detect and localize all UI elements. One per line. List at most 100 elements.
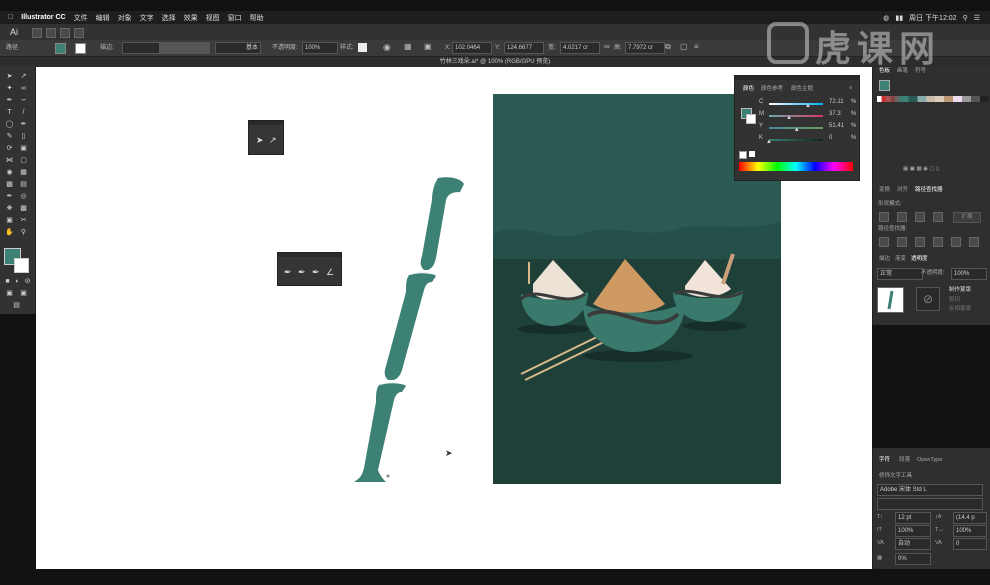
expand-button[interactable]: 扩展 — [953, 212, 981, 223]
none-mode-icon[interactable]: ⊘ — [23, 278, 32, 286]
type-tool-icon[interactable]: T — [5, 109, 14, 117]
x-field[interactable]: 102.0464 — [452, 42, 492, 54]
curvature-tool-icon[interactable]: ∽ — [19, 97, 28, 105]
slice-tool-icon[interactable]: ✂ — [19, 217, 28, 225]
blend-tool-icon[interactable]: ◎ — [19, 193, 28, 201]
mask-thumbnail[interactable]: ⊘ — [916, 287, 940, 311]
merge-button[interactable] — [915, 237, 925, 247]
menu-window[interactable]: 窗口 — [228, 13, 242, 23]
reference-point-icon[interactable]: ▣ — [424, 42, 432, 52]
zoom-tool-icon[interactable]: ⚲ — [19, 229, 28, 237]
stroke-weight-field[interactable] — [122, 42, 160, 54]
apple-icon[interactable]:  — [8, 14, 13, 21]
lasso-tool-icon[interactable]: ∞ — [19, 85, 28, 93]
vertical-scale-field[interactable]: 100% — [895, 525, 931, 537]
y-slider-thumb[interactable]: ▲ — [794, 127, 800, 133]
divide-button[interactable] — [879, 237, 889, 247]
font-size-field[interactable]: 12 pt — [895, 512, 931, 524]
touch-type-tool[interactable]: 修饰文字工具 — [879, 472, 912, 480]
rotate-tool-icon[interactable]: ⟳ — [5, 145, 14, 153]
menu-effect[interactable]: 效果 — [184, 13, 198, 23]
transform-icon[interactable]: ⧉ — [665, 42, 671, 52]
tab-color-themes[interactable]: 颜色主题 — [791, 85, 813, 93]
minus-front-button[interactable] — [897, 212, 907, 222]
exclude-button[interactable] — [933, 212, 943, 222]
draw-mode-icon[interactable]: ▣ — [5, 290, 14, 298]
menu-help[interactable]: 帮助 — [250, 13, 264, 23]
tab-transform[interactable]: 变换 — [879, 186, 890, 194]
c-slider-thumb[interactable]: ▲ — [805, 103, 811, 109]
paintbrush-tool-icon[interactable]: ✒ — [19, 121, 28, 129]
shape-builder-tool-icon[interactable]: ◉ — [5, 169, 14, 177]
invert-mask-checkbox[interactable]: 反相蒙版 — [949, 305, 971, 313]
tab-color[interactable]: 颜色 — [743, 85, 754, 93]
width-field[interactable]: 4.0217 cr — [560, 42, 600, 54]
graphic-style-swatch[interactable] — [358, 43, 367, 52]
font-family-field[interactable]: Adobe 宋体 Std L — [877, 484, 983, 496]
opacity-field[interactable]: 100% — [951, 268, 987, 280]
recolor-icon[interactable]: ◉ — [383, 42, 391, 52]
arrange-button[interactable] — [32, 28, 42, 38]
direct-selection-tool-icon[interactable]: ↗ — [19, 73, 28, 81]
minus-back-button[interactable] — [969, 237, 979, 247]
perspective-grid-tool-icon[interactable]: ▦ — [19, 169, 28, 177]
graph-tool-icon[interactable]: ▩ — [19, 205, 28, 213]
magic-wand-tool-icon[interactable]: ✦ — [5, 85, 14, 93]
tsume-field[interactable]: 0% — [895, 553, 931, 565]
trim-button[interactable] — [897, 237, 907, 247]
brush-style-field[interactable]: 基本 — [215, 42, 261, 54]
make-mask-button[interactable]: 制作蒙版 — [949, 286, 971, 294]
fill-swatch[interactable] — [55, 43, 66, 54]
gradient-mode-icon[interactable]: ◐ — [13, 278, 22, 286]
panel-menu-icon[interactable]: ≡ — [694, 42, 699, 52]
color-mode-icon[interactable]: ■ — [3, 278, 12, 286]
color-spectrum[interactable] — [739, 162, 853, 171]
height-field[interactable]: 7.7972 cr — [625, 42, 665, 54]
object-thumbnail[interactable] — [877, 287, 904, 313]
eyedropper-tool-icon[interactable]: ✒ — [5, 193, 14, 201]
c-value[interactable]: 72.11 — [829, 99, 844, 105]
tab-color-guide[interactable]: 颜色参考 — [761, 85, 783, 93]
eraser-tool-icon[interactable]: ▯ — [19, 133, 28, 141]
symbol-sprayer-tool-icon[interactable]: ❋ — [5, 205, 14, 213]
isolate-icon[interactable]: ▢ — [680, 42, 688, 52]
selection-tool-icon[interactable]: ➤ — [256, 135, 264, 146]
variable-width-field[interactable] — [160, 42, 210, 54]
m-slider-thumb[interactable]: ▲ — [786, 115, 792, 121]
pencil-tool-icon[interactable]: ✎ — [5, 133, 14, 141]
fill-swatch[interactable] — [879, 80, 890, 91]
m-value[interactable]: 37.3 — [829, 111, 841, 117]
mesh-tool-icon[interactable]: ▩ — [5, 181, 14, 189]
draw-inside-icon[interactable]: ▣ — [19, 290, 28, 298]
tab-stroke[interactable]: 描边 — [879, 255, 890, 263]
stroke-swatch[interactable] — [746, 114, 756, 124]
tab-paragraph[interactable]: 段落 — [899, 456, 910, 464]
panel-grip[interactable] — [249, 121, 283, 125]
leading-field[interactable]: (14.4 p — [953, 512, 987, 524]
stroke-swatch[interactable] — [75, 43, 86, 54]
panel-grip[interactable] — [278, 253, 341, 257]
line-tool-icon[interactable]: / — [19, 109, 28, 117]
k-slider-thumb[interactable]: ▲ — [766, 139, 772, 145]
scale-tool-icon[interactable]: ▣ — [19, 145, 28, 153]
tab-character[interactable]: 字符 — [879, 456, 890, 464]
menu-view[interactable]: 视图 — [206, 13, 220, 23]
workspace-button[interactable] — [46, 28, 56, 38]
opacity-field[interactable]: 100% — [302, 42, 338, 54]
intersect-button[interactable] — [915, 212, 925, 222]
gpu-button[interactable] — [74, 28, 84, 38]
swatch-library-icon[interactable]: ▦ ▣ ▩ ◉ ▢ ▯ — [903, 165, 939, 173]
tab-gradient[interactable]: 渐变 — [895, 255, 906, 263]
unite-button[interactable] — [879, 212, 889, 222]
swatch-row[interactable] — [877, 96, 989, 102]
gradient-tool-icon[interactable]: ▤ — [19, 181, 28, 189]
delete-anchor-tool-icon[interactable]: ✒ — [312, 267, 320, 278]
blend-mode-select[interactable]: 正常 — [877, 268, 923, 280]
m-slider[interactable] — [769, 115, 823, 117]
menu-object[interactable]: 对象 — [118, 13, 132, 23]
selection-tool-icon[interactable]: ➤ — [5, 73, 14, 81]
link-icon[interactable]: ∞ — [604, 42, 610, 52]
y-field[interactable]: 124.6677 — [504, 42, 544, 54]
artboard-tool-icon[interactable]: ▣ — [5, 217, 14, 225]
pen-tool-icon[interactable]: ✒ — [284, 267, 292, 278]
